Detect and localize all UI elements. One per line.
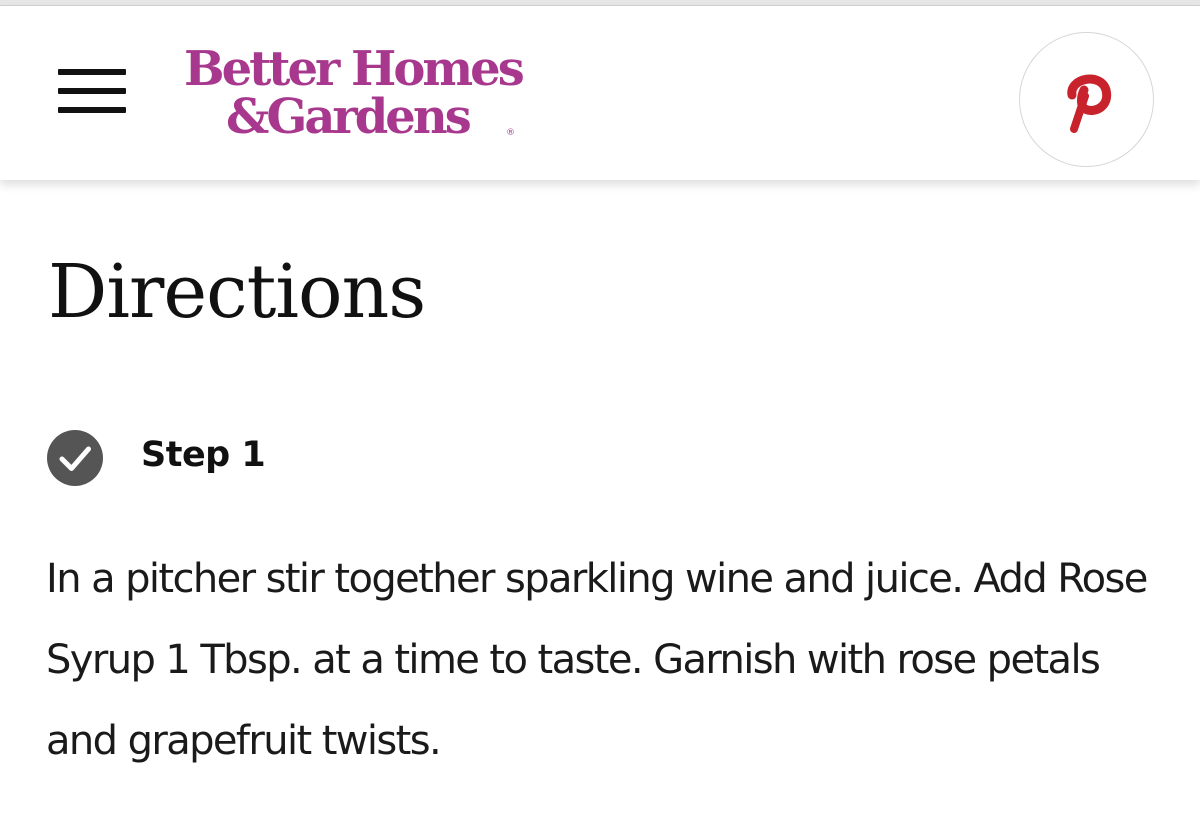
site-logo[interactable]: Better Homes &Gardens ®	[184, 37, 554, 149]
pinterest-icon	[1067, 74, 1112, 133]
step-label: Step 1	[141, 435, 266, 475]
hamburger-menu-icon	[58, 69, 126, 75]
pinterest-save-button[interactable]	[1019, 32, 1154, 167]
menu-button[interactable]	[54, 63, 130, 119]
check-circle-icon[interactable]	[47, 430, 103, 486]
logo-registered-mark: ®	[506, 128, 515, 138]
logo-line-1: Better Homes	[184, 41, 525, 97]
section-title: Directions	[48, 249, 426, 335]
step-instructions: In a pitcher stir together sparkling win…	[46, 556, 1148, 764]
site-header: Better Homes &Gardens ®	[0, 6, 1200, 180]
logo-line-2: &Gardens	[226, 89, 472, 145]
